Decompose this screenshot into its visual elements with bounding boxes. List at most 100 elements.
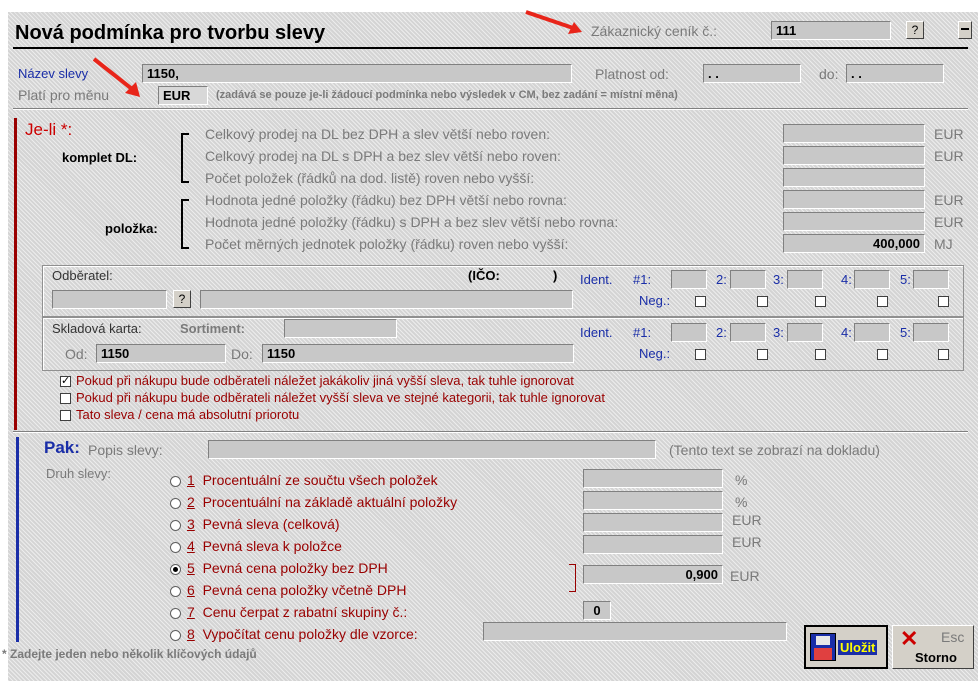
stock-from-label: Od: xyxy=(65,346,88,362)
type-8-radio[interactable] xyxy=(170,630,181,641)
type-7-number: 7 xyxy=(187,604,195,620)
cond-row-5-label: Hodnota jedné položky (řádku) s DPH a be… xyxy=(205,214,619,230)
type-2-value-field[interactable] xyxy=(583,491,723,510)
cond-row-1-field[interactable] xyxy=(783,124,925,143)
stock-ident-slot-1[interactable] xyxy=(671,323,707,342)
customer-help-button[interactable]: ? xyxy=(173,290,191,308)
price-field[interactable]: 0,900 xyxy=(583,565,723,584)
stock-neg-1-checkbox[interactable] xyxy=(695,349,706,360)
customer-ident-slot-2[interactable] xyxy=(730,270,766,289)
result-accent-bar xyxy=(16,437,19,642)
type-3-unit: EUR xyxy=(732,512,762,528)
type-6-text: Pevná cena položky včetně DPH xyxy=(202,582,407,598)
type-5-number: 5 xyxy=(187,560,195,576)
type-2-radio[interactable] xyxy=(170,498,181,509)
stock-neg-4-checkbox[interactable] xyxy=(877,349,888,360)
type-4-radio[interactable] xyxy=(170,542,181,553)
dl-bracket xyxy=(181,133,189,183)
minimize-button[interactable] xyxy=(958,21,972,39)
cond-row-4-field[interactable] xyxy=(783,190,925,209)
type-3-value-field[interactable] xyxy=(583,513,723,532)
type-5-radio[interactable] xyxy=(170,564,181,575)
pricelist-field[interactable]: 111 xyxy=(771,21,891,40)
cancel-label: Storno xyxy=(915,650,957,665)
valid-to-field[interactable]: . . xyxy=(846,64,944,83)
name-field[interactable]: 1150, xyxy=(142,64,572,83)
customer-neg-5-checkbox[interactable] xyxy=(938,296,949,307)
option-2-checkbox[interactable] xyxy=(60,393,71,404)
type-4-text: Pevná sleva k položce xyxy=(202,538,342,554)
type-4-label: 4 Pevná sleva k položce xyxy=(187,538,342,554)
stock-ident-slot-5[interactable] xyxy=(913,323,949,342)
floppy-label-area xyxy=(816,636,830,645)
customer-ident-slot-3[interactable] xyxy=(787,270,823,289)
customer-ident-slot-4-label: 4: xyxy=(841,272,852,287)
price-bracket xyxy=(569,564,576,592)
close-icon: ✕ xyxy=(900,626,919,651)
type-2-unit: % xyxy=(735,494,748,510)
assortment-field[interactable] xyxy=(284,319,397,338)
cond-row-1-unit: EUR xyxy=(934,126,964,142)
stock-neg-5-checkbox[interactable] xyxy=(938,349,949,360)
floppy-icon xyxy=(810,633,836,661)
dialog-window: Nová podmínka pro tvorbu slevy Zákaznick… xyxy=(2,12,978,681)
annotation-arrow-pricelist xyxy=(525,10,582,34)
customer-ident-label: Ident. xyxy=(580,272,613,287)
separator xyxy=(13,108,968,110)
type-4-value-field[interactable] xyxy=(583,535,723,554)
formula-field[interactable] xyxy=(483,622,787,641)
cond-row-2-field[interactable] xyxy=(783,146,925,165)
customer-id-field[interactable] xyxy=(52,290,167,309)
stock-ident-slot-1-label: #1: xyxy=(633,325,652,340)
stock-neg-3-checkbox[interactable] xyxy=(815,349,826,360)
pricelist-help-button[interactable]: ? xyxy=(906,21,924,39)
stock-to-field[interactable]: 1150 xyxy=(262,344,574,363)
type-1-label: 1 Procentuální ze součtu všech položek xyxy=(187,472,438,488)
stock-ident-slot-2[interactable] xyxy=(730,323,766,342)
type-1-value-field[interactable] xyxy=(583,469,723,488)
stock-neg-2-checkbox[interactable] xyxy=(757,349,768,360)
cond-row-6-field[interactable]: 400,000 xyxy=(783,234,925,253)
stock-ident-label: Ident. xyxy=(580,325,613,340)
type-3-radio[interactable] xyxy=(170,520,181,531)
stock-ident-slot-5-label: 5: xyxy=(900,325,911,340)
type-1-radio[interactable] xyxy=(170,476,181,487)
type-6-radio[interactable] xyxy=(170,586,181,597)
customer-neg-2-checkbox[interactable] xyxy=(757,296,768,307)
cond-row-5-field[interactable] xyxy=(783,212,925,231)
stock-ident-slot-4[interactable] xyxy=(854,323,890,342)
customer-ident-slot-3-label: 3: xyxy=(773,272,784,287)
group-dl-label: komplet DL: xyxy=(62,150,138,165)
customer-ident-slot-1[interactable] xyxy=(671,270,707,289)
rabate-group-field[interactable]: 0 xyxy=(583,601,611,620)
option-1-label: Pokud při nákupu bude odběrateli náležet… xyxy=(76,373,574,388)
stock-ident-slot-4-label: 4: xyxy=(841,325,852,340)
customer-ident-slot-4[interactable] xyxy=(854,270,890,289)
type-7-radio[interactable] xyxy=(170,608,181,619)
type-8-label: 8 Vypočítat cenu položky dle vzorce: xyxy=(187,626,418,642)
type-1-number: 1 xyxy=(187,472,195,488)
dialog-title: Nová podmínka pro tvorbu slevy xyxy=(15,22,326,44)
stock-ident-slot-3[interactable] xyxy=(787,323,823,342)
type-2-label: 2 Procentuální na základě aktuální polož… xyxy=(187,494,457,510)
stock-from-field[interactable]: 1150 xyxy=(96,344,226,363)
customer-neg-4-checkbox[interactable] xyxy=(877,296,888,307)
cancel-button[interactable]: ✕ Esc Storno xyxy=(892,625,974,669)
description-field[interactable] xyxy=(208,440,656,459)
type-4-number: 4 xyxy=(187,538,195,554)
option-3-label: Tato sleva / cena má absolutní priorotu xyxy=(76,407,300,422)
customer-name-field[interactable] xyxy=(200,290,573,309)
customer-neg-3-checkbox[interactable] xyxy=(815,296,826,307)
currency-field[interactable]: EUR xyxy=(158,86,208,105)
valid-from-field[interactable]: . . xyxy=(703,64,801,83)
cond-row-3-field[interactable] xyxy=(783,168,925,187)
save-button[interactable]: Uložit xyxy=(804,625,888,669)
customer-neg-1-checkbox[interactable] xyxy=(695,296,706,307)
customer-ident-slot-5[interactable] xyxy=(913,270,949,289)
cond-row-6-label: Počet měrných jednotek položky (řádku) r… xyxy=(205,236,569,252)
type-6-number: 6 xyxy=(187,582,195,598)
cond-row-1-label: Celkový prodej na DL bez DPH a slev větš… xyxy=(205,126,550,142)
option-1-checkbox[interactable]: ✓ xyxy=(60,376,71,387)
cond-row-5-unit: EUR xyxy=(934,214,964,230)
option-3-checkbox[interactable] xyxy=(60,410,71,421)
